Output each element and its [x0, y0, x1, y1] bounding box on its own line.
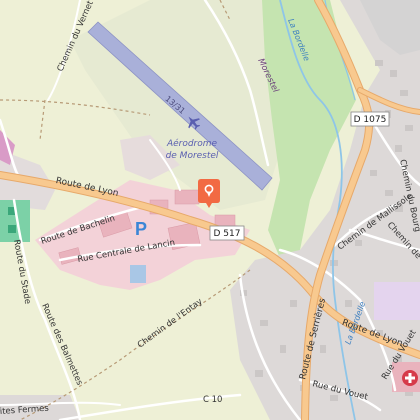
sports-marker: [8, 225, 16, 233]
parking-icon[interactable]: P: [135, 219, 147, 239]
map-canvas[interactable]: P D 1075 D 517 13/31 Aérodrome de Morest…: [0, 0, 420, 420]
school-zone: [374, 282, 420, 320]
c10-label: C 10: [203, 395, 222, 405]
svg-text:D 1075: D 1075: [354, 115, 387, 125]
hospital-icon[interactable]: [402, 370, 418, 386]
aerodrome-label-line1: Aérodrome: [166, 138, 218, 149]
shield-d517: D 517: [209, 225, 245, 241]
aerodrome-label-line2: de Morestel: [166, 151, 219, 161]
shield-d1075: D 1075: [350, 111, 390, 127]
map-svg: P D 1075 D 517 13/31 Aérodrome de Morest…: [0, 0, 420, 420]
svg-text:D 517: D 517: [214, 229, 241, 239]
retention-pond: [130, 265, 146, 283]
